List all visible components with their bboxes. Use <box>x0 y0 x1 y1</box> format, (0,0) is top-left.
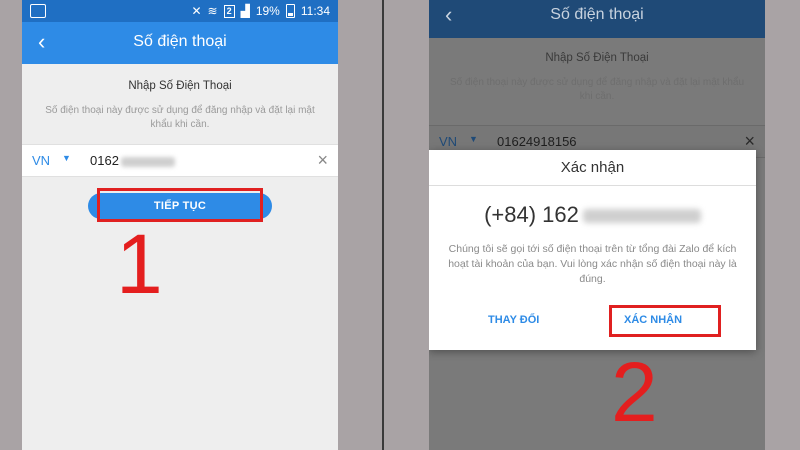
dialog-title: Xác nhận <box>560 159 625 176</box>
section-title: Nhập Số Điện Thoại <box>545 52 649 64</box>
right-phone-screen: ‹ Số điện thoại Nhập Số Điện Thoại Số đi… <box>429 0 765 450</box>
country-code-select: VN <box>439 134 458 149</box>
app-bar: ‹ Số điện thoại <box>22 22 338 64</box>
step-number-2: 2 <box>611 345 658 439</box>
country-code-select[interactable]: VN <box>32 153 50 168</box>
app-bar-dimmed: ‹ Số điện thoại <box>429 0 765 38</box>
phone-number-text: 0162 <box>90 153 119 168</box>
gallery-icon <box>30 4 46 18</box>
caret-down-icon[interactable]: ▼ <box>62 153 71 163</box>
battery-icon <box>285 4 295 18</box>
section-description: Số điện thoại này được sử dụng để đăng n… <box>45 105 315 130</box>
dialog-phone-number: (+84) 162 <box>429 202 756 228</box>
blurred-digits <box>120 156 175 167</box>
clear-icon: × <box>744 131 755 151</box>
panel-divider <box>382 0 384 450</box>
signal-icon: ▟ <box>240 4 250 18</box>
phone-input-row: VN ▼ 0162 × <box>22 144 338 177</box>
battery-percent: 19% <box>255 4 280 18</box>
phone-number-input[interactable]: 0162 <box>90 153 175 168</box>
clear-icon[interactable]: × <box>317 150 328 170</box>
page-title: Số điện thoại <box>550 6 644 23</box>
sim-icon: 2 <box>223 4 235 18</box>
highlight-box-confirm <box>609 305 721 337</box>
clock: 11:34 <box>300 4 330 18</box>
blurred-digits <box>582 209 701 224</box>
dialog-separator <box>429 185 756 186</box>
caret-down-icon: ▼ <box>469 134 478 144</box>
change-button[interactable]: THAY ĐỔI <box>488 314 539 326</box>
mute-icon: ✕ <box>191 4 202 18</box>
section-title: Nhập Số Điện Thoại <box>128 80 232 92</box>
page-title: Số điện thoại <box>133 33 227 50</box>
confirm-dialog: Xác nhận (+84) 162 Chúng tôi sẽ gọi tới … <box>429 150 756 350</box>
step-number-1: 1 <box>116 217 163 311</box>
dialog-message: Chúng tôi sẽ gọi tới số điện thoại trên … <box>448 243 737 285</box>
wifi-icon: ≋ <box>207 4 218 18</box>
status-bar: ✕ ≋ 2 ▟ 19% 11:34 <box>22 0 338 22</box>
phone-number-input: 01624918156 <box>497 134 577 149</box>
section-description: Số điện thoại này được sử dụng để đăng n… <box>449 77 745 102</box>
left-phone-screen: ✕ ≋ 2 ▟ 19% 11:34 ‹ Số điện thoại Nhập S… <box>22 0 338 450</box>
dialog-number-text: (+84) 162 <box>484 202 579 227</box>
